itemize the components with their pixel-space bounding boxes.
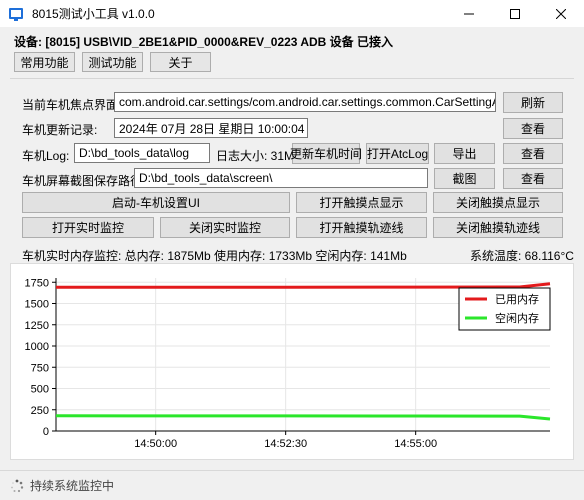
tab-about[interactable]: 关于	[150, 52, 211, 72]
spinner-icon	[11, 479, 24, 492]
y-tick-label: 1500	[25, 299, 49, 311]
log-label: 车机Log:	[22, 149, 70, 163]
minimize-icon	[464, 13, 474, 14]
update-label: 车机更新记录:	[22, 123, 98, 137]
legend-label: 空闲内存	[495, 311, 539, 325]
close-button[interactable]	[538, 0, 584, 27]
device-status: 设备: [8015] USB\VID_2BE1&PID_0000&REV_022…	[14, 35, 394, 49]
screenshot-view-button[interactable]: 查看	[503, 168, 563, 189]
refresh-button[interactable]: 刷新	[503, 92, 563, 113]
y-tick-label: 1250	[25, 320, 49, 332]
focus-label: 当前车机焦点界面:	[22, 98, 122, 112]
y-tick-label: 500	[31, 384, 49, 396]
update-time-button[interactable]: 更新车机时间	[290, 143, 362, 164]
window-title: 8015测试小工具 v1.0.0	[32, 7, 155, 21]
app-icon	[9, 7, 23, 21]
divider	[10, 78, 574, 79]
y-tick-label: 1750	[25, 277, 49, 289]
open-atclog-button[interactable]: 打开AtcLog	[366, 143, 429, 164]
legend-label: 已用内存	[495, 292, 539, 306]
series-line-used-memory	[56, 282, 551, 289]
start-monitor-button[interactable]: 打开实时监控	[22, 217, 154, 238]
show-touch-points-button[interactable]: 打开触摸点显示	[296, 192, 427, 213]
tab-test[interactable]: 测试功能	[82, 52, 143, 72]
launch-settings-ui-button[interactable]: 启动-车机设置UI	[22, 192, 290, 213]
x-tick-label: 14:55:00	[394, 438, 437, 450]
log-view-button[interactable]: 查看	[503, 143, 563, 164]
status-text: 持续系统监控中	[30, 479, 115, 493]
memory-summary: 车机实时内存监控: 总内存: 1875Mb 使用内存: 1733Mb 空闲内存:…	[22, 249, 407, 263]
series-line-free-memory	[55, 414, 551, 421]
log-path-field[interactable]: D:\bd_tools_data\log	[74, 143, 210, 163]
update-field[interactable]: 2024年 07月 28日 星期日 10:00:04 CST	[114, 118, 308, 138]
hide-touch-trail-button[interactable]: 关闭触摸轨迹线	[433, 217, 563, 238]
memory-chart: 0 250 500 750 1000 1250 1500 1750 14:50:00 14:52:…	[25, 277, 551, 450]
x-tick-label: 14:52:30	[264, 438, 307, 450]
tab-common[interactable]: 常用功能	[14, 52, 75, 72]
y-tick-label: 250	[31, 405, 49, 417]
y-tick-label: 1000	[25, 341, 49, 353]
title-bar: 8015测试小工具 v1.0.0	[0, 0, 584, 27]
stop-monitor-button[interactable]: 关闭实时监控	[160, 217, 290, 238]
log-size-label: 日志大小: 31M	[216, 149, 295, 163]
y-tick-label: 750	[31, 362, 49, 374]
screenshot-label: 车机屏幕截图保存路径:	[22, 174, 146, 188]
focus-field[interactable]: com.android.car.settings/com.android.car…	[114, 92, 496, 112]
maximize-button[interactable]	[492, 0, 538, 27]
screenshot-path-field[interactable]: D:\bd_tools_data\screen\	[134, 168, 428, 188]
hide-touch-points-button[interactable]: 关闭触摸点显示	[433, 192, 563, 213]
update-view-button[interactable]: 查看	[503, 118, 563, 139]
y-tick-label: 0	[43, 426, 49, 438]
close-icon	[556, 8, 566, 19]
minimize-button[interactable]	[446, 0, 492, 27]
maximize-icon	[510, 8, 520, 19]
export-button[interactable]: 导出	[434, 143, 495, 164]
show-touch-trail-button[interactable]: 打开触摸轨迹线	[296, 217, 427, 238]
capture-button[interactable]: 截图	[434, 168, 495, 189]
status-bar: 持续系统监控中	[0, 470, 584, 500]
system-temperature: 系统温度: 68.116°C	[470, 249, 574, 263]
memory-chart-frame: 0 250 500 750 1000 1250 1500 1750 14:50:00 14:52:…	[10, 263, 574, 460]
x-tick-label: 14:50:00	[134, 438, 177, 450]
